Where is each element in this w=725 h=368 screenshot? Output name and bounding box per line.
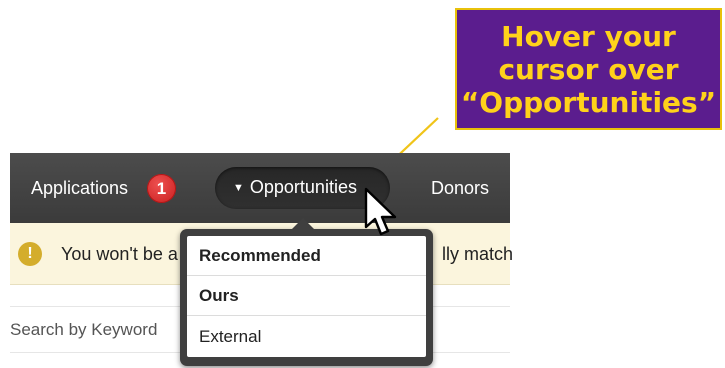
opportunities-label: Opportunities <box>249 177 357 197</box>
notice-text-end: lly match <box>442 244 514 264</box>
arrow-cursor-icon <box>364 187 397 236</box>
menu-item-ours[interactable]: Ours <box>187 276 426 316</box>
top-navigation-bar: Applications 1 ▼ Opportunities Donors <box>10 153 510 223</box>
dropdown-list: Recommended Ours External <box>187 236 426 357</box>
exclamation-circle-icon: ! <box>18 242 42 266</box>
hover-instruction-callout: Hover your cursor over “Opportunities” <box>455 8 722 130</box>
triangle-down-icon: ▼ <box>233 182 244 194</box>
dropdown-caret <box>291 218 315 230</box>
menu-item-external[interactable]: External <box>187 316 426 357</box>
nav-donors-link[interactable]: Donors <box>431 177 489 199</box>
search-keyword-label[interactable]: Search by Keyword <box>10 320 157 340</box>
callout-text: Hover your cursor over “Opportunities” <box>460 19 717 119</box>
opportunities-label-wrap: ▼ Opportunities <box>233 176 357 201</box>
opportunities-dropdown-menu: Recommended Ours External <box>180 218 433 366</box>
notice-text-start: You won't be a <box>61 244 178 264</box>
applications-count-badge: 1 <box>147 174 176 203</box>
nav-applications-link[interactable]: Applications <box>31 177 128 199</box>
